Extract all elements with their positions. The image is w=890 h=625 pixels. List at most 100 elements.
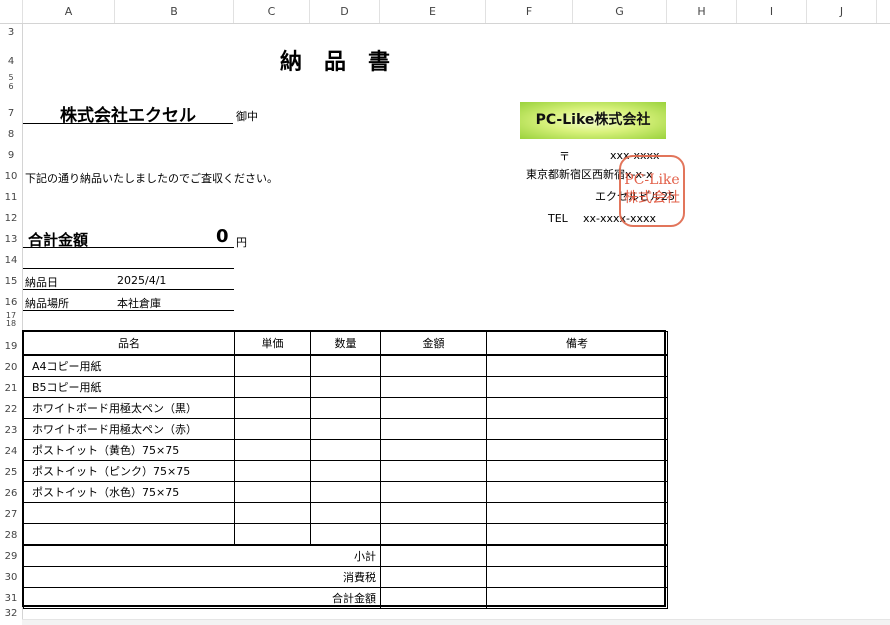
column-header-h[interactable]: H bbox=[667, 0, 737, 23]
quantity-cell[interactable] bbox=[310, 354, 381, 377]
quantity-cell[interactable] bbox=[310, 481, 381, 503]
quantity-cell[interactable] bbox=[310, 418, 381, 440]
row-header[interactable]: 30 bbox=[0, 572, 22, 583]
quantity-cell[interactable] bbox=[310, 523, 381, 546]
row-header[interactable]: 10 bbox=[0, 171, 22, 182]
horizontal-scrollbar[interactable] bbox=[22, 619, 890, 625]
item-name-cell[interactable]: ホワイトボード用極太ペン（黒） bbox=[23, 397, 235, 419]
unit-price-cell[interactable] bbox=[234, 354, 311, 377]
select-all-corner[interactable] bbox=[0, 0, 23, 23]
item-name-cell[interactable]: ポストイット（黄色）75×75 bbox=[23, 439, 235, 461]
row-header[interactable]: 14 bbox=[0, 255, 22, 266]
header-item-name[interactable]: 品名 bbox=[23, 331, 235, 356]
item-name-cell[interactable] bbox=[23, 523, 235, 546]
row-header[interactable]: 27 bbox=[0, 509, 22, 520]
remarks-cell[interactable] bbox=[486, 418, 668, 440]
item-name-cell[interactable]: A4コピー用紙 bbox=[23, 354, 235, 377]
row-header[interactable]: 18 bbox=[0, 319, 22, 328]
remarks-cell[interactable] bbox=[486, 502, 668, 524]
row-header[interactable]: 23 bbox=[0, 425, 22, 436]
amount-cell[interactable] bbox=[380, 460, 487, 482]
grand-total-label[interactable]: 合計金額 bbox=[23, 587, 381, 609]
header-amount[interactable]: 金額 bbox=[380, 331, 487, 356]
remarks-cell[interactable] bbox=[486, 376, 668, 398]
remarks-cell[interactable] bbox=[486, 439, 668, 461]
amount-cell[interactable] bbox=[380, 439, 487, 461]
column-header-j[interactable]: J bbox=[807, 0, 877, 23]
row-header[interactable]: 8 bbox=[0, 129, 22, 140]
header-remarks[interactable]: 備考 bbox=[486, 331, 668, 356]
row-header[interactable]: 16 bbox=[0, 297, 22, 308]
item-name-cell[interactable]: ポストイット（ピンク）75×75 bbox=[23, 460, 235, 482]
amount-cell[interactable] bbox=[380, 523, 487, 546]
row-header[interactable]: 21 bbox=[0, 383, 22, 394]
amount-cell[interactable] bbox=[380, 397, 487, 419]
item-name-cell[interactable]: ホワイトボード用極太ペン（赤） bbox=[23, 418, 235, 440]
unit-price-cell[interactable] bbox=[234, 376, 311, 398]
unit-price-cell[interactable] bbox=[234, 502, 311, 524]
unit-price-cell[interactable] bbox=[234, 418, 311, 440]
amount-cell[interactable] bbox=[380, 354, 487, 377]
row-header[interactable]: 19 bbox=[0, 341, 22, 352]
quantity-cell[interactable] bbox=[310, 439, 381, 461]
unit-price-cell[interactable] bbox=[234, 397, 311, 419]
row-header[interactable]: 6 bbox=[0, 82, 22, 91]
item-name-cell[interactable]: B5コピー用紙 bbox=[23, 376, 235, 398]
row-header[interactable]: 12 bbox=[0, 213, 22, 224]
amount-cell[interactable] bbox=[380, 376, 487, 398]
row-header[interactable]: 7 bbox=[0, 108, 22, 119]
unit-price-cell[interactable] bbox=[234, 523, 311, 546]
quantity-cell[interactable] bbox=[310, 397, 381, 419]
grand-total-remarks-cell[interactable] bbox=[486, 587, 668, 609]
row-header[interactable]: 11 bbox=[0, 192, 22, 203]
column-header-b[interactable]: B bbox=[115, 0, 234, 23]
remarks-cell[interactable] bbox=[486, 523, 668, 546]
remarks-cell[interactable] bbox=[486, 397, 668, 419]
remarks-cell[interactable] bbox=[486, 354, 668, 377]
column-header-g[interactable]: G bbox=[573, 0, 667, 23]
subtotal-label[interactable]: 小計 bbox=[23, 544, 381, 567]
row-header[interactable]: 9 bbox=[0, 150, 22, 161]
row-header[interactable]: 5 bbox=[0, 73, 22, 82]
amount-cell[interactable] bbox=[380, 481, 487, 503]
column-header-f[interactable]: F bbox=[486, 0, 573, 23]
tax-label[interactable]: 消費税 bbox=[23, 566, 381, 588]
quantity-cell[interactable] bbox=[310, 460, 381, 482]
remarks-cell[interactable] bbox=[486, 460, 668, 482]
column-header-e[interactable]: E bbox=[380, 0, 486, 23]
tax-amount-cell[interactable] bbox=[380, 566, 487, 588]
column-header-c[interactable]: C bbox=[234, 0, 310, 23]
item-name-cell[interactable] bbox=[23, 502, 235, 524]
column-header-a[interactable]: A bbox=[23, 0, 115, 23]
row-header[interactable]: 25 bbox=[0, 467, 22, 478]
row-header[interactable]: 24 bbox=[0, 446, 22, 457]
row-header[interactable]: 28 bbox=[0, 530, 22, 541]
row-header[interactable]: 15 bbox=[0, 276, 22, 287]
header-quantity[interactable]: 数量 bbox=[310, 331, 381, 356]
row-header[interactable]: 32 bbox=[0, 608, 22, 619]
quantity-cell[interactable] bbox=[310, 376, 381, 398]
subtotal-amount-cell[interactable] bbox=[380, 544, 487, 567]
amount-cell[interactable] bbox=[380, 502, 487, 524]
row-header[interactable]: 26 bbox=[0, 488, 22, 499]
unit-price-cell[interactable] bbox=[234, 460, 311, 482]
header-unit-price[interactable]: 単価 bbox=[234, 331, 311, 356]
row-header[interactable]: 13 bbox=[0, 234, 22, 245]
tax-remarks-cell[interactable] bbox=[486, 566, 668, 588]
grand-total-amount-cell[interactable] bbox=[380, 587, 487, 609]
unit-price-cell[interactable] bbox=[234, 481, 311, 503]
subtotal-remarks-cell[interactable] bbox=[486, 544, 668, 567]
row-header[interactable]: 29 bbox=[0, 551, 22, 562]
column-header-d[interactable]: D bbox=[310, 0, 380, 23]
unit-price-cell[interactable] bbox=[234, 439, 311, 461]
column-header-i[interactable]: I bbox=[737, 0, 807, 23]
row-header[interactable]: 22 bbox=[0, 404, 22, 415]
quantity-cell[interactable] bbox=[310, 502, 381, 524]
row-header[interactable]: 3 bbox=[0, 27, 22, 38]
row-header[interactable]: 20 bbox=[0, 362, 22, 373]
row-header[interactable]: 31 bbox=[0, 593, 22, 604]
row-header[interactable]: 4 bbox=[0, 56, 22, 67]
amount-cell[interactable] bbox=[380, 418, 487, 440]
remarks-cell[interactable] bbox=[486, 481, 668, 503]
item-name-cell[interactable]: ポストイット（水色）75×75 bbox=[23, 481, 235, 503]
